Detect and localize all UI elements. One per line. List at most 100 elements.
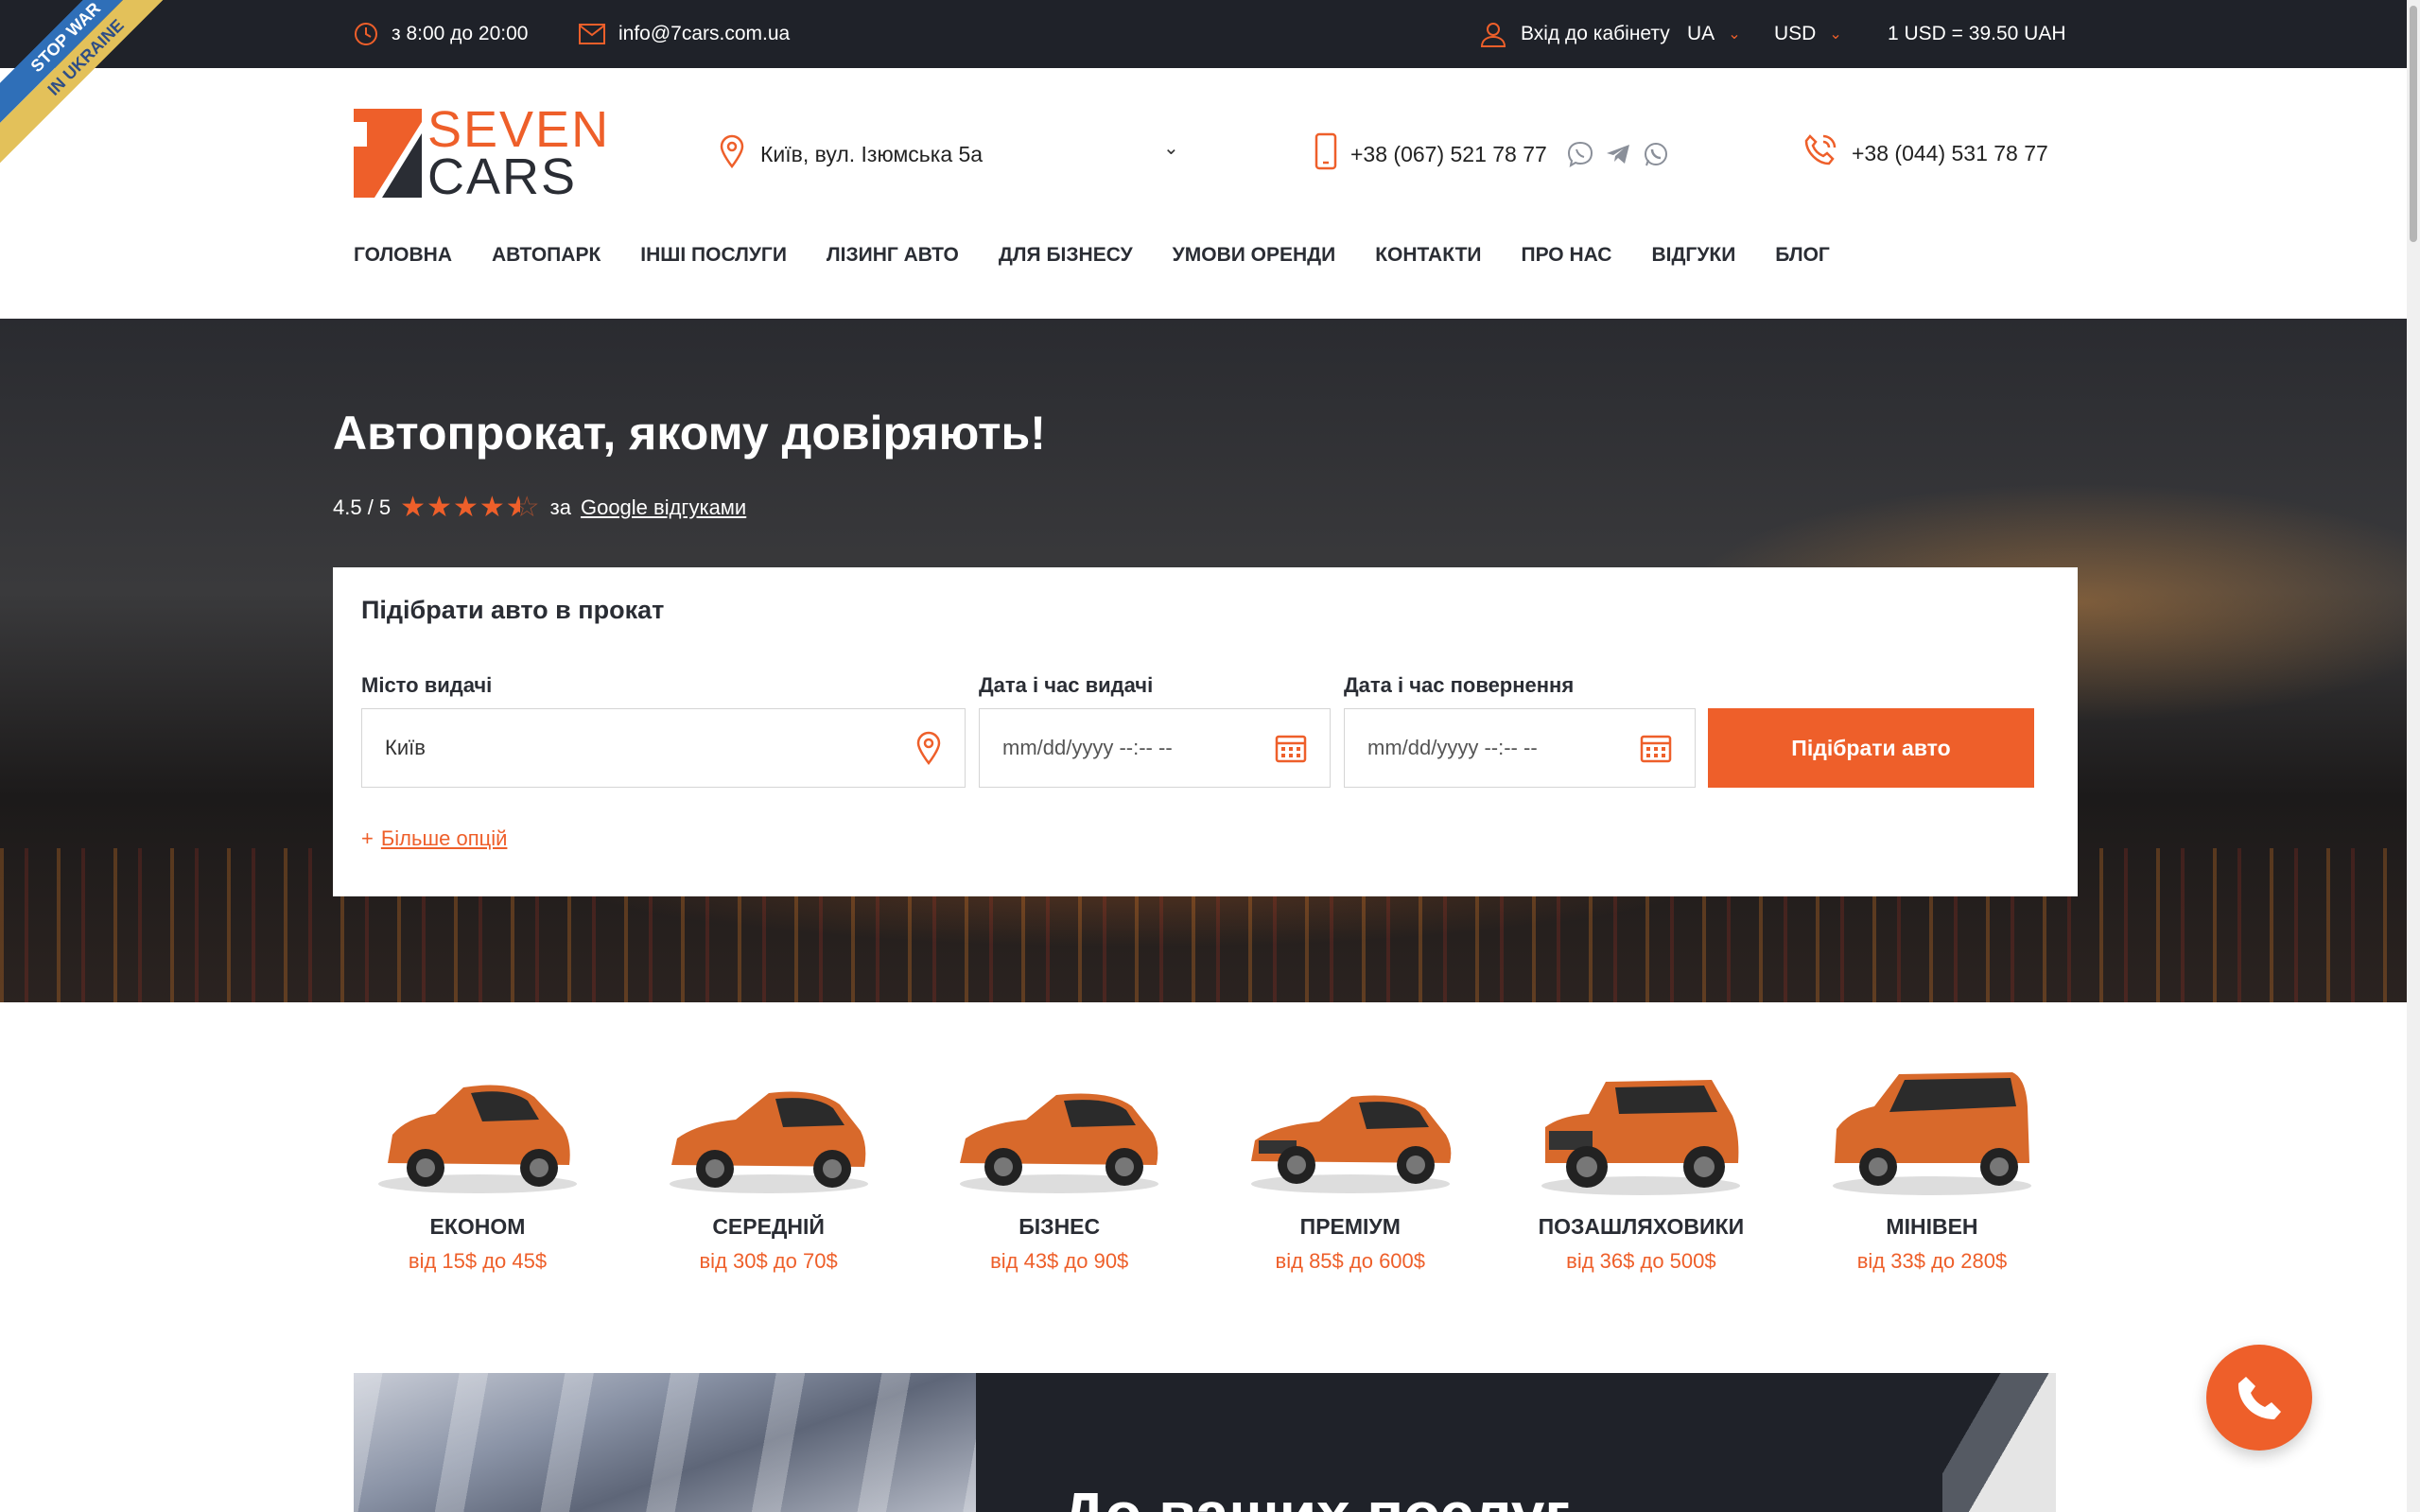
category-name: ПОЗАШЛЯХОВИКИ bbox=[1538, 1214, 1745, 1239]
suv-car-icon bbox=[1541, 1080, 1741, 1195]
return-datetime-input[interactable]: mm/dd/yyyy --:-- -- bbox=[1344, 708, 1696, 788]
mail-icon bbox=[579, 24, 605, 44]
exchange-rate-text: 1 USD = 39.50 UAH bbox=[1888, 23, 2066, 44]
category-name: ПРЕМІУМ bbox=[1299, 1214, 1401, 1239]
phone-ringing-icon bbox=[1802, 132, 1838, 174]
rating-stars-icon: ★★★★★☆ bbox=[400, 492, 541, 523]
city-input[interactable]: Київ bbox=[361, 708, 966, 788]
category-name: БІЗНЕС bbox=[1018, 1214, 1101, 1239]
location-pin-icon bbox=[719, 134, 745, 174]
user-icon bbox=[1479, 21, 1507, 47]
car-categories: ЕКОНОМ від 15$ до 45$ СЕРЕДНІЙ від 30$ д… bbox=[354, 1059, 2056, 1274]
category-name: МІНІВЕН bbox=[1886, 1214, 1978, 1239]
pickup-placeholder: mm/dd/yyyy --:-- -- bbox=[1002, 736, 1173, 759]
banner-title: До ваших послуг bbox=[1061, 1479, 1570, 1512]
category-name: СЕРЕДНІЙ bbox=[712, 1214, 825, 1239]
parked-cars-photo bbox=[354, 1373, 976, 1512]
category-card-middle[interactable]: СЕРЕДНІЙ від 30$ до 70$ bbox=[645, 1059, 893, 1274]
location-pin-icon bbox=[916, 731, 941, 765]
office-address-select[interactable]: Київ, вул. Ізюмська 5а ⌄ bbox=[719, 134, 1179, 174]
email-text: info@7cars.com.ua bbox=[618, 23, 791, 44]
category-card-minivan[interactable]: МІНІВЕН від 33$ до 280$ bbox=[1808, 1059, 2056, 1274]
nav-item-about[interactable]: ПРО НАС bbox=[1521, 244, 1611, 267]
mobile-phone-number: +38 (067) 521 78 77 bbox=[1350, 141, 1547, 166]
hours-text: з 8:00 до 20:00 bbox=[392, 23, 529, 44]
logo[interactable]: SEVEN CARS bbox=[354, 101, 611, 202]
language-select[interactable]: UA ⌄ bbox=[1687, 0, 1741, 68]
calendar-icon[interactable] bbox=[1640, 733, 1672, 763]
sedan-car-icon bbox=[669, 1091, 868, 1193]
office-phone[interactable]: +38 (044) 531 78 77 bbox=[1802, 132, 2048, 174]
business-sedan-icon bbox=[960, 1093, 1159, 1193]
hatchback-car-icon bbox=[378, 1085, 577, 1193]
category-name: ЕКОНОМ bbox=[429, 1214, 526, 1239]
telegram-icon[interactable] bbox=[1604, 140, 1632, 168]
chevron-down-icon: ⌄ bbox=[1728, 26, 1741, 43]
more-options-label: Більше опцій bbox=[380, 826, 508, 850]
calendar-icon[interactable] bbox=[1275, 733, 1307, 763]
find-car-button[interactable]: Підібрати авто bbox=[1708, 708, 2034, 788]
category-price: від 33$ до 280$ bbox=[1856, 1249, 2008, 1273]
nav-item-fleet[interactable]: АВТОПАРК bbox=[492, 244, 601, 267]
plus-icon: + bbox=[361, 826, 374, 850]
pickup-datetime-input[interactable]: mm/dd/yyyy --:-- -- bbox=[979, 708, 1331, 788]
top-bar: з 8:00 до 20:00 info@7cars.com.ua Вхід д… bbox=[0, 0, 2407, 68]
category-card-economy[interactable]: ЕКОНОМ від 15$ до 45$ bbox=[354, 1059, 601, 1274]
chevron-down-icon: ⌄ bbox=[1163, 138, 1179, 159]
email-link[interactable]: info@7cars.com.ua bbox=[579, 0, 790, 68]
google-rating: 4.5 / 5 ★★★★★☆ за Google відгуками bbox=[333, 491, 746, 524]
chevron-down-icon: ⌄ bbox=[1829, 26, 1842, 43]
logo-mark-icon bbox=[354, 109, 422, 198]
login-text: Вхід до кабінету bbox=[1521, 23, 1670, 44]
category-price: від 36$ до 500$ bbox=[1566, 1249, 1716, 1273]
login-link[interactable]: Вхід до кабінету bbox=[1479, 0, 1670, 68]
mobile-phone[interactable]: +38 (067) 521 78 77 bbox=[1314, 132, 1670, 176]
return-placeholder: mm/dd/yyyy --:-- -- bbox=[1367, 736, 1538, 759]
language-value: UA bbox=[1687, 23, 1715, 44]
mobile-phone-icon bbox=[1314, 132, 1337, 176]
services-banner: До ваших послуг bbox=[354, 1373, 2056, 1512]
category-price: від 43$ до 90$ bbox=[990, 1249, 1129, 1273]
page-scrollbar[interactable] bbox=[2407, 0, 2420, 1512]
nav-item-business[interactable]: ДЛЯ БІЗНЕСУ bbox=[999, 244, 1133, 267]
rating-prefix: за bbox=[549, 495, 571, 519]
nav-item-reviews[interactable]: ВІДГУКИ bbox=[1651, 244, 1735, 267]
category-price: від 85$ до 600$ bbox=[1275, 1249, 1426, 1273]
whatsapp-icon[interactable] bbox=[1642, 140, 1670, 168]
viber-icon[interactable] bbox=[1566, 140, 1594, 168]
return-label: Дата і час повернення bbox=[1344, 673, 1575, 697]
address-text: Київ, вул. Ізюмська 5а bbox=[760, 141, 984, 166]
scrollbar-thumb[interactable] bbox=[2410, 6, 2417, 242]
main-navigation: ГОЛОВНА АВТОПАРК ІНШІ ПОСЛУГИ ЛІЗИНГ АВТ… bbox=[354, 244, 1830, 267]
minivan-icon bbox=[1832, 1072, 2031, 1195]
nav-item-other-services[interactable]: ІНШІ ПОСЛУГИ bbox=[640, 244, 787, 267]
nav-item-leasing[interactable]: ЛІЗИНГ АВТО bbox=[827, 244, 959, 267]
category-card-premium[interactable]: ПРЕМІУМ від 85$ до 600$ bbox=[1227, 1059, 1474, 1274]
banner-decoration bbox=[1942, 1373, 2056, 1512]
rating-value: 4.5 / 5 bbox=[333, 495, 392, 519]
category-card-suv[interactable]: ПОЗАШЛЯХОВИКИ від 36$ до 500$ bbox=[1517, 1059, 1765, 1274]
logo-word-seven: SEVEN bbox=[427, 101, 611, 158]
clock-icon bbox=[354, 22, 378, 46]
site-header: SEVEN CARS Київ, вул. Ізюмська 5а ⌄ +38 … bbox=[0, 68, 2407, 319]
nav-item-home[interactable]: ГОЛОВНА bbox=[354, 244, 452, 267]
category-price: від 30$ до 70$ bbox=[699, 1249, 838, 1273]
nav-item-rental-terms[interactable]: УМОВИ ОРЕНДИ bbox=[1173, 244, 1336, 267]
working-hours: з 8:00 до 20:00 bbox=[354, 0, 529, 68]
premium-sedan-icon bbox=[1250, 1095, 1452, 1193]
car-search-form: Підібрати авто в прокат Місто видачі Киї… bbox=[333, 567, 2078, 896]
city-value: Київ bbox=[385, 736, 426, 759]
category-price: від 15$ до 45$ bbox=[408, 1249, 548, 1273]
nav-item-blog[interactable]: БЛОГ bbox=[1775, 244, 1830, 267]
category-card-business[interactable]: БІЗНЕС від 43$ до 90$ bbox=[935, 1059, 1183, 1274]
exchange-rate: 1 USD = 39.50 UAH bbox=[1888, 0, 2066, 68]
currency-select[interactable]: USD ⌄ bbox=[1774, 0, 1842, 68]
nav-item-contacts[interactable]: КОНТАКТИ bbox=[1375, 244, 1481, 267]
call-button[interactable] bbox=[2206, 1345, 2312, 1451]
more-options-toggle[interactable]: + Більше опцій bbox=[361, 826, 507, 851]
google-reviews-link[interactable]: Google відгуками bbox=[581, 495, 746, 520]
phone-icon bbox=[2237, 1377, 2281, 1419]
hero-title: Автопрокат, якому довіряють! bbox=[333, 407, 1046, 460]
search-form-title: Підібрати авто в прокат bbox=[361, 596, 665, 624]
currency-value: USD bbox=[1774, 23, 1817, 44]
